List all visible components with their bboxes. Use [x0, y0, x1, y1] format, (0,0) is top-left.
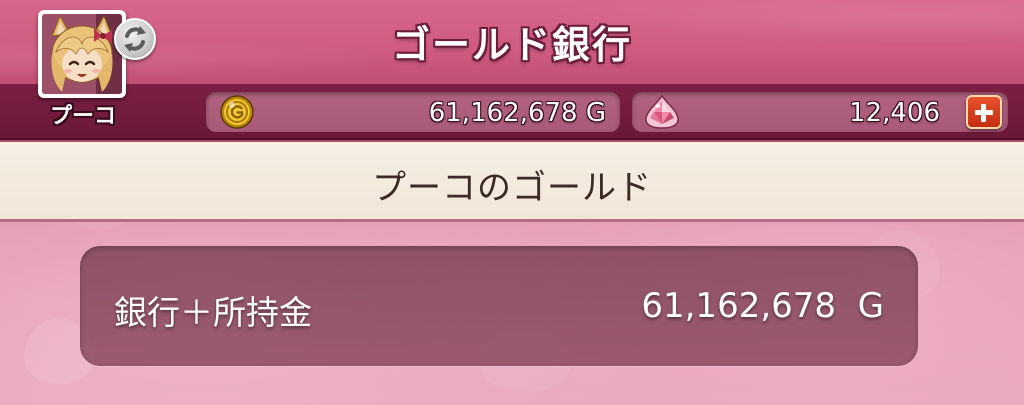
balance-panel: 銀行＋所持金 61,162,678 G [80, 246, 918, 366]
currency-bar: 61,162,678 G 12,406 [0, 84, 1024, 140]
gold-display: 61,162,678 G [206, 92, 620, 132]
balance-label: 銀行＋所持金 [114, 293, 312, 332]
gem-icon [645, 94, 679, 129]
gem-amount: 12,406 [849, 98, 940, 128]
gem-display: 12,406 [632, 92, 1008, 132]
gold-amount: 61,162,678 G [428, 98, 606, 128]
balance-amount: 61,162,678 G [641, 286, 884, 326]
character-portrait-icon [42, 14, 122, 94]
character-avatar[interactable] [38, 10, 126, 98]
plus-icon [981, 104, 986, 122]
switch-character-icon [124, 26, 146, 52]
gold-coin-icon [220, 95, 254, 129]
section-header: プーコのゴールド [0, 140, 1024, 222]
gold-bank-screen: ゴールド銀行 61,162,678 G 12,406 プーコ プーコのゴールド … [0, 0, 1024, 405]
section-title: プーコのゴールド [372, 168, 652, 208]
character-name: プーコ [49, 104, 116, 129]
character-portrait [42, 14, 122, 94]
switch-character-button[interactable] [114, 18, 156, 60]
add-gems-button[interactable] [966, 95, 1002, 129]
